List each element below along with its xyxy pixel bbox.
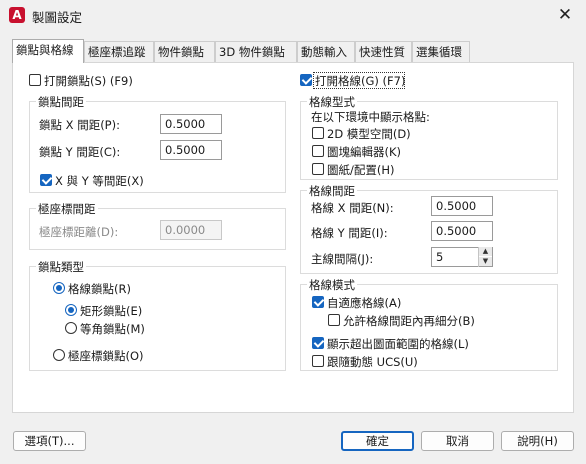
options-button[interactable]: 選項(T)... bbox=[13, 431, 86, 451]
grid-x-spacing-input[interactable]: 0.5000 bbox=[431, 196, 493, 216]
allow-subdivision-label: 允許格線間距內再細分(B) bbox=[343, 314, 475, 328]
equal-xy-spacing-checkbox[interactable] bbox=[40, 174, 52, 186]
allow-subdivision-checkbox[interactable] bbox=[328, 314, 340, 326]
dialog-title: 製圖設定 bbox=[32, 10, 83, 25]
isometric-snap-radio[interactable] bbox=[65, 322, 77, 334]
display-beyond-limits-checkbox[interactable] bbox=[312, 337, 324, 349]
grid-y-spacing-label: 格線 Y 間距(I): bbox=[311, 226, 388, 240]
snap-y-spacing-label: 鎖點 Y 間距(C): bbox=[39, 145, 121, 159]
model-space-checkbox[interactable] bbox=[312, 127, 324, 139]
isometric-snap-label: 等角鎖點(M) bbox=[80, 322, 145, 336]
equal-xy-spacing-label: X 與 Y 等間距(X) bbox=[55, 174, 144, 188]
grid-snap-radio[interactable] bbox=[53, 282, 65, 294]
help-button[interactable]: 說明(H) bbox=[501, 431, 574, 451]
grid-on-checkbox[interactable] bbox=[300, 74, 312, 86]
tab-selection-cycling[interactable]: 選集循環 bbox=[412, 41, 470, 62]
follow-dynamic-ucs-checkbox[interactable] bbox=[312, 355, 324, 367]
snap-type-title: 鎖點類型 bbox=[36, 259, 86, 275]
grid-style-description: 在以下環境中顯示格點: bbox=[311, 110, 430, 124]
adaptive-grid-label: 自適應格線(A) bbox=[327, 296, 402, 310]
model-space-label: 2D 模型空間(D) bbox=[327, 127, 411, 141]
stepper-up-icon[interactable]: ▲ bbox=[479, 247, 492, 256]
ok-button[interactable]: 確定 bbox=[341, 431, 414, 451]
autocad-app-icon: A bbox=[9, 7, 25, 23]
snap-y-spacing-input[interactable]: 0.5000 bbox=[160, 140, 222, 160]
snap-x-spacing-input[interactable]: 0.5000 bbox=[160, 114, 222, 134]
grid-snap-label: 格線鎖點(R) bbox=[68, 282, 131, 296]
tab-object-snap[interactable]: 物件鎖點 bbox=[154, 41, 215, 62]
rectangular-snap-radio[interactable] bbox=[65, 304, 77, 316]
sheet-layout-checkbox[interactable] bbox=[312, 163, 324, 175]
adaptive-grid-checkbox[interactable] bbox=[312, 296, 324, 308]
polar-snap-label: 極座標鎖點(O) bbox=[68, 349, 144, 363]
snap-on-checkbox[interactable] bbox=[29, 74, 41, 86]
snap-on-label: 打開鎖點(S) (F9) bbox=[44, 74, 133, 88]
snap-spacing-title: 鎖點間距 bbox=[36, 94, 86, 110]
major-line-stepper[interactable]: ▲ ▼ bbox=[478, 247, 492, 267]
major-line-label: 主線間隔(J): bbox=[311, 252, 374, 266]
polar-distance-input[interactable]: 0.0000 bbox=[160, 220, 222, 240]
title-bar: A 製圖設定 ✕ bbox=[0, 0, 586, 32]
drafting-settings-dialog: A 製圖設定 ✕ 鎖點與格線 極座標追蹤 物件鎖點 3D 物件鎖點 動態輸入 快… bbox=[0, 0, 586, 464]
block-editor-label: 圖塊編輯器(K) bbox=[327, 145, 402, 159]
tab-polar-tracking[interactable]: 極座標追蹤 bbox=[84, 41, 154, 62]
tab-panel-snap-and-grid: 打開鎖點(S) (F9) 鎖點間距 鎖點 X 間距(P): 0.5000 鎖點 … bbox=[12, 62, 574, 413]
grid-x-spacing-label: 格線 X 間距(N): bbox=[311, 201, 394, 215]
tab-quick-properties[interactable]: 快速性質 bbox=[355, 41, 412, 62]
block-editor-checkbox[interactable] bbox=[312, 145, 324, 157]
sheet-layout-label: 圖紙/配置(H) bbox=[327, 163, 395, 177]
display-beyond-limits-label: 顯示超出圖面範圍的格線(L) bbox=[327, 337, 469, 351]
tab-3d-object-snap[interactable]: 3D 物件鎖點 bbox=[215, 41, 297, 62]
polar-snap-radio[interactable] bbox=[53, 349, 65, 361]
close-icon[interactable]: ✕ bbox=[554, 4, 576, 26]
cancel-button[interactable]: 取消 bbox=[421, 431, 494, 451]
tab-dynamic-input[interactable]: 動態輸入 bbox=[297, 41, 355, 62]
polar-spacing-title: 極座標間距 bbox=[36, 201, 98, 217]
tab-snap-and-grid[interactable]: 鎖點與格線 bbox=[12, 39, 84, 63]
focus-outline bbox=[313, 72, 405, 89]
polar-distance-label: 極座標距離(D): bbox=[39, 225, 119, 239]
snap-x-spacing-label: 鎖點 X 間距(P): bbox=[39, 118, 120, 132]
stepper-down-icon[interactable]: ▼ bbox=[479, 257, 492, 266]
grid-style-title: 格線型式 bbox=[307, 94, 357, 110]
grid-spacing-title: 格線間距 bbox=[307, 183, 357, 199]
follow-dynamic-ucs-label: 跟隨動態 UCS(U) bbox=[327, 355, 418, 369]
rectangular-snap-label: 矩形鎖點(E) bbox=[80, 304, 143, 318]
grid-y-spacing-input[interactable]: 0.5000 bbox=[431, 221, 493, 241]
grid-behavior-title: 格線模式 bbox=[307, 277, 357, 293]
